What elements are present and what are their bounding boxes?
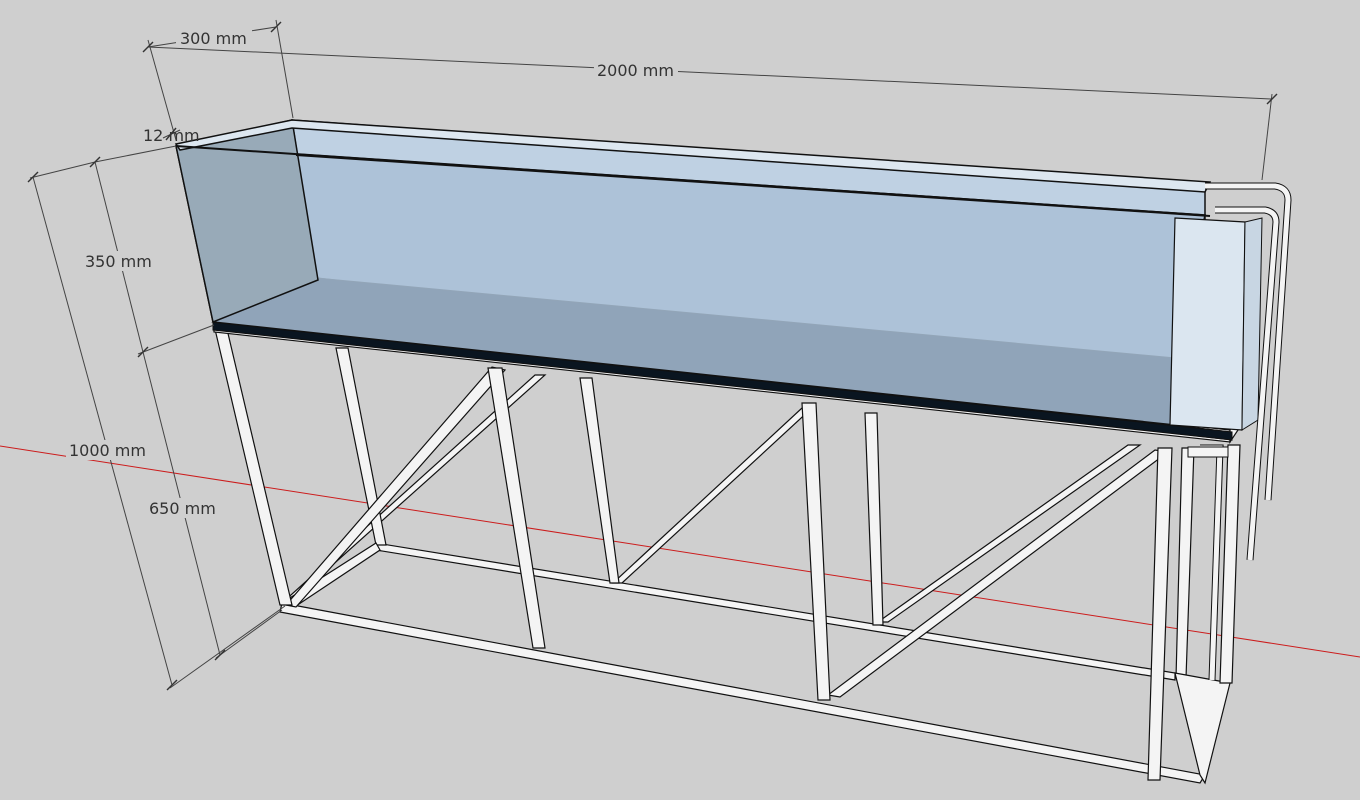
dim-2000-label: 2000 mm [597, 61, 674, 80]
right-rear-post [1219, 444, 1241, 684]
back-diagonal-right [876, 444, 1142, 623]
front-post-right [1147, 447, 1173, 781]
tick [166, 679, 178, 691]
dim-350-ext-bottom [137, 324, 215, 355]
front-diagonal-left [284, 366, 507, 608]
dim-350-ext-top [94, 145, 177, 163]
tick [270, 21, 282, 33]
overflow-box [1169, 217, 1246, 431]
back-post-3 [864, 412, 884, 626]
dim-350-label: 350 mm [85, 252, 152, 271]
back-post-2 [579, 377, 620, 584]
front-post-left [213, 324, 293, 606]
dim-650-label: 650 mm [149, 499, 216, 518]
tick [137, 346, 149, 358]
aquarium-tank [174, 119, 1292, 681]
back-post-1 [335, 347, 387, 546]
dim-300-ext-left [147, 39, 177, 141]
dim-1000-ext-bottom [169, 605, 286, 689]
aquarium-stand-model: 300 mm 2000 mm 12 mm 350 mm 1000 mm 650 … [0, 19, 1360, 785]
dim-1000-ext-top [29, 161, 96, 179]
dim-300-ext-right [275, 19, 294, 119]
dim-12-label: 12 mm [143, 126, 200, 145]
overflow-fitting [1187, 446, 1229, 458]
dim-650-ext-bottom [215, 609, 283, 659]
front-post-2 [487, 367, 546, 649]
dim-1000-label: 1000 mm [69, 441, 146, 460]
tick [89, 156, 101, 168]
right-side-bottom-rail [1174, 672, 1231, 785]
dim-2000-ext-right [1261, 93, 1273, 181]
back-post-4 [1175, 447, 1195, 679]
front-bottom-rail [279, 602, 1206, 784]
dim-300-label: 300 mm [180, 29, 247, 48]
back-bottom-rail [375, 542, 1176, 681]
dim-2000-line [147, 46, 1273, 100]
tick [27, 171, 39, 183]
front-post-3 [801, 402, 831, 701]
